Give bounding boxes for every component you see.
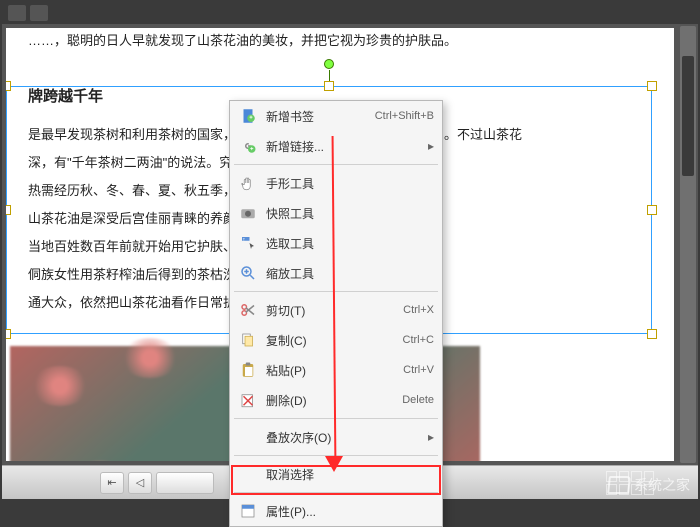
- menu-label: 新增书签: [266, 108, 356, 125]
- resize-handle-tm[interactable]: [324, 81, 334, 91]
- scrollbar-thumb[interactable]: [682, 56, 694, 176]
- menu-label: 缩放工具: [266, 265, 356, 282]
- prev-page-button[interactable]: ◁: [128, 472, 152, 494]
- resize-handle-tr[interactable]: [647, 81, 657, 91]
- copy-icon: [238, 330, 258, 350]
- menu-zoom-tool[interactable]: 缩放工具: [230, 258, 442, 288]
- page-number-field[interactable]: [156, 472, 214, 494]
- link-icon: [238, 136, 258, 156]
- menu-label: 粘贴(P): [266, 362, 356, 379]
- menu-shortcut: Ctrl+C: [403, 334, 434, 346]
- properties-icon: [238, 501, 258, 521]
- hand-icon: [238, 173, 258, 193]
- menu-label: 选取工具: [266, 235, 356, 252]
- nav-next-button[interactable]: [30, 5, 48, 21]
- nav-prev-button[interactable]: [8, 5, 26, 21]
- menu-add-bookmark[interactable]: 新增书签 Ctrl+Shift+B: [230, 101, 442, 131]
- menu-label: 剪切(T): [266, 302, 356, 319]
- delete-icon: [238, 390, 258, 410]
- blank-icon: [238, 427, 258, 447]
- first-page-button[interactable]: ⇤: [100, 472, 124, 494]
- menu-hand-tool[interactable]: 手形工具: [230, 168, 442, 198]
- doc-text: ……，聪明的日人早就发现了山茶花油的美妆，并把它视为珍贵的护肤品。: [28, 28, 652, 54]
- watermark: 系统之家: [608, 475, 690, 495]
- submenu-arrow-icon: ▸: [428, 139, 434, 153]
- menu-paste[interactable]: 粘贴(P) Ctrl+V: [230, 355, 442, 385]
- menu-shortcut: Ctrl+Shift+B: [375, 110, 434, 122]
- text-select-icon: T: [238, 233, 258, 253]
- resize-handle-bl[interactable]: [6, 329, 11, 339]
- menu-label: 手形工具: [266, 175, 356, 192]
- camera-icon: [238, 203, 258, 223]
- watermark-text: 系统之家: [634, 475, 690, 495]
- clipboard-icon: [238, 360, 258, 380]
- blank-icon: [238, 464, 258, 484]
- house-icon: [607, 476, 631, 494]
- menu-snapshot-tool[interactable]: 快照工具: [230, 198, 442, 228]
- menu-label: 快照工具: [266, 205, 356, 222]
- resize-handle-mr[interactable]: [647, 205, 657, 215]
- menu-label: 新增链接...: [266, 138, 356, 155]
- rotate-handle[interactable]: [324, 59, 334, 69]
- resize-handle-tl[interactable]: [6, 81, 11, 91]
- menu-select-tool[interactable]: T 选取工具: [230, 228, 442, 258]
- menu-label: 叠放次序(O): [266, 429, 356, 446]
- bookmark-icon: [238, 106, 258, 126]
- menu-cut[interactable]: 剪切(T) Ctrl+X: [230, 295, 442, 325]
- annotation-arrow-head: [325, 456, 343, 472]
- resize-handle-br[interactable]: [647, 329, 657, 339]
- top-toolbar: [2, 2, 698, 24]
- zoom-icon: [238, 263, 258, 283]
- scissors-icon: [238, 300, 258, 320]
- menu-label: 删除(D): [266, 392, 356, 409]
- resize-handle-ml[interactable]: [6, 205, 11, 215]
- menu-label: 属性(P)...: [266, 503, 356, 520]
- menu-shortcut: Delete: [402, 394, 434, 406]
- vertical-scrollbar[interactable]: [680, 26, 696, 463]
- menu-delete[interactable]: 删除(D) Delete: [230, 385, 442, 415]
- menu-add-link[interactable]: 新增链接... ▸: [230, 131, 442, 161]
- menu-label: 复制(C): [266, 332, 356, 349]
- submenu-arrow-icon: ▸: [428, 430, 434, 444]
- menu-shortcut: Ctrl+V: [403, 364, 434, 376]
- menu-copy[interactable]: 复制(C) Ctrl+C: [230, 325, 442, 355]
- menu-shortcut: Ctrl+X: [403, 304, 434, 316]
